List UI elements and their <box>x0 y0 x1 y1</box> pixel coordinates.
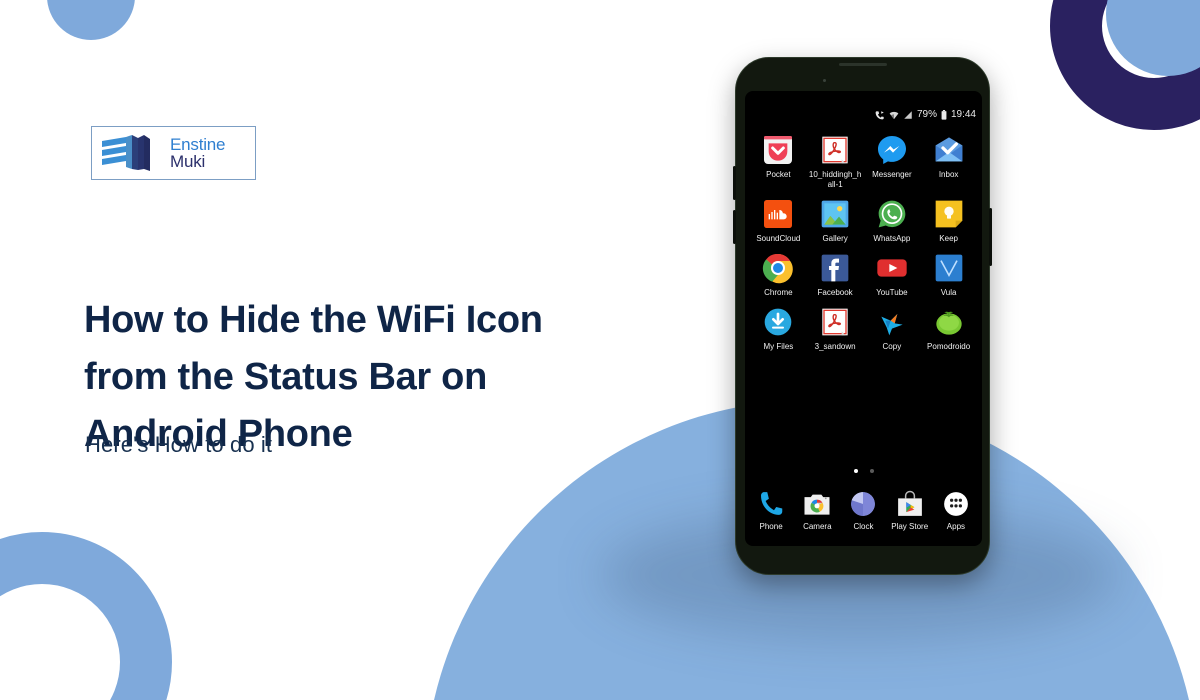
page-indicator[interactable] <box>745 469 982 473</box>
app-item-chrome[interactable]: Chrome <box>750 252 807 298</box>
em-monogram-icon <box>102 135 150 171</box>
soundcloud-icon <box>764 200 793 228</box>
dock-label: Phone <box>759 522 783 531</box>
app-label: Gallery <box>822 234 848 243</box>
app-grid: Pocket 10_hiddingh_hall-1 Messenger Inbo… <box>750 134 977 352</box>
app-item-messenger[interactable]: Messenger <box>864 134 921 190</box>
app-label: 10_hiddingh_hall-1 <box>808 170 862 189</box>
gallery-icon <box>821 200 849 228</box>
brand-logo[interactable]: Enstine Muki <box>91 126 256 180</box>
dock: Phone Camera Clock Play Store Apps <box>748 489 979 532</box>
copy-origami-icon <box>881 314 903 336</box>
volume-down-button[interactable] <box>733 210 736 244</box>
app-label: WhatsApp <box>873 234 911 243</box>
whatsapp-icon <box>878 200 906 228</box>
dock-label: Camera <box>803 522 832 531</box>
pdf-file-icon <box>822 308 848 336</box>
earpiece-speaker <box>838 63 887 66</box>
app-item-whatsapp[interactable]: WhatsApp <box>864 198 921 244</box>
youtube-icon <box>877 259 907 277</box>
app-item-keep[interactable]: Keep <box>920 198 977 244</box>
clock-icon <box>851 492 876 516</box>
status-clock: 19:44 <box>950 109 976 120</box>
dock-item-clock[interactable]: Clock <box>840 489 886 532</box>
status-bar: 79% 19:44 <box>875 110 976 120</box>
poster-canvas: Enstine Muki How to Hide the WiFi Icon f… <box>0 0 1200 700</box>
phone-handset-icon <box>761 492 783 515</box>
brand-name-line1: Enstine <box>170 135 226 154</box>
app-label: Inbox <box>938 170 959 179</box>
decor-ring-bottom-left <box>0 532 172 700</box>
app-label: Vula <box>940 288 957 297</box>
dock-item-phone[interactable]: Phone <box>748 489 794 532</box>
app-item-soundcloud[interactable]: SoundCloud <box>750 198 807 244</box>
vula-icon <box>935 254 962 282</box>
app-item-pomodroido[interactable]: Pomodroido <box>920 306 977 352</box>
app-label: Messenger <box>872 170 912 179</box>
app-item-copy[interactable]: Copy <box>864 306 921 352</box>
dock-item-apps[interactable]: Apps <box>933 489 979 532</box>
page-subtitle: Here's How to do it <box>85 432 273 457</box>
phone-mockup: 79% 19:44 Pocket 10_hiddingh_hall-1 Mess… <box>733 57 992 575</box>
chrome-icon <box>763 253 794 284</box>
facebook-icon <box>821 254 849 282</box>
camera-icon <box>804 494 830 515</box>
app-item-pdf-3-sandown[interactable]: 3_sandown <box>807 306 864 352</box>
dock-label: Apps <box>946 522 966 531</box>
app-label: Copy <box>882 342 902 351</box>
dock-label: Play Store <box>891 522 929 531</box>
app-item-facebook[interactable]: Facebook <box>807 252 864 298</box>
inbox-icon <box>935 137 962 162</box>
dock-item-play-store[interactable]: Play Store <box>887 489 933 532</box>
app-label: Pomodroido <box>927 342 971 351</box>
app-item-pocket[interactable]: Pocket <box>750 134 807 190</box>
app-item-gallery[interactable]: Gallery <box>807 198 864 244</box>
app-item-vula[interactable]: Vula <box>920 252 977 298</box>
play-store-icon <box>897 490 922 516</box>
front-camera-icon <box>823 79 826 82</box>
phone-screen: 79% 19:44 Pocket 10_hiddingh_hall-1 Mess… <box>745 91 982 546</box>
battery-icon <box>941 110 947 120</box>
app-label: Pocket <box>766 170 791 179</box>
call-forward-icon <box>875 111 884 120</box>
app-item-my-files[interactable]: My Files <box>750 306 807 352</box>
brand-wordmark: Enstine Muki <box>170 135 226 171</box>
signal-bars-icon <box>904 111 912 119</box>
app-item-pdf-10-hiddingh-hall[interactable]: 10_hiddingh_hall-1 <box>807 134 864 190</box>
pomodroido-tomato-icon <box>935 311 962 335</box>
app-label: My Files <box>763 342 794 351</box>
app-label: YouTube <box>876 288 908 297</box>
wifi-icon <box>889 111 899 120</box>
power-button[interactable] <box>989 208 992 266</box>
dock-label: Clock <box>853 522 874 531</box>
app-label: Facebook <box>817 288 853 297</box>
page-dot-1[interactable] <box>853 469 858 473</box>
decor-circle-top-left <box>47 0 135 40</box>
app-label: Keep <box>939 234 958 243</box>
dock-item-camera[interactable]: Camera <box>794 489 840 532</box>
messenger-icon <box>877 136 906 164</box>
battery-percent-label: 79% <box>916 109 937 120</box>
volume-up-button[interactable] <box>733 166 736 200</box>
app-label: 3_sandown <box>814 342 856 351</box>
app-item-inbox[interactable]: Inbox <box>920 134 977 190</box>
apps-grid-icon <box>944 492 968 516</box>
page-dot-2[interactable] <box>869 469 874 473</box>
pdf-file-icon <box>822 136 848 164</box>
pocket-icon <box>764 136 793 164</box>
my-files-icon <box>765 308 792 336</box>
app-item-youtube[interactable]: YouTube <box>864 252 921 298</box>
keep-icon <box>935 200 962 228</box>
app-label: Chrome <box>764 288 793 297</box>
app-label: SoundCloud <box>756 234 801 243</box>
brand-name-line2: Muki <box>170 152 206 171</box>
